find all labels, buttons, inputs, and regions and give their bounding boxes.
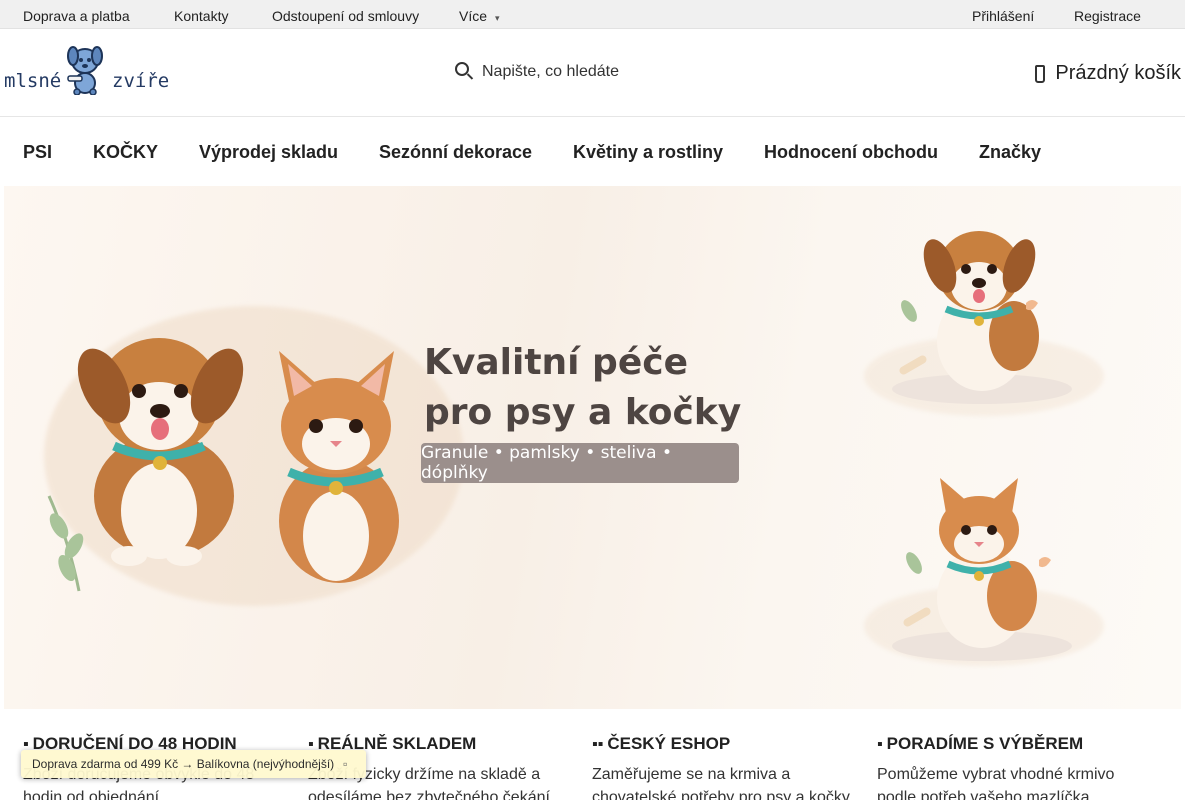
topbar-link-kontakty[interactable]: Kontakty (174, 8, 228, 24)
leaf-decoration-icon (47, 495, 84, 592)
logo-word-1: mlsné (4, 70, 62, 92)
usp-title-text: ČESKÝ ESHOP (607, 734, 731, 753)
usp-czech-eshop-title: ▪▪ ČESKÝ ESHOP (592, 734, 862, 754)
headline-line-2: pro psy a kočky (424, 392, 742, 433)
headline-line-1: Kvalitní péče (424, 342, 688, 383)
usp-advice: ▪ PORADÍME S VÝBĚREM Pomůžeme vybrat vhod… (877, 734, 1147, 800)
nav-item-sezonni-dekorace[interactable]: Sezónní dekorace (379, 142, 532, 163)
usp-title-text: PORADÍME S VÝBĚREM (886, 734, 1084, 753)
dog-mascot-icon (67, 46, 103, 95)
nav-item-vyprodej[interactable]: Výprodej skladu (199, 142, 338, 163)
login-link[interactable]: Přihlášení (972, 8, 1034, 24)
topbar-more-menu[interactable]: Více ▾ (459, 8, 500, 24)
nav-item-psi[interactable]: PSI (23, 142, 52, 163)
kitten-illustration (279, 351, 399, 583)
site-header: mlsné zvíře Prázdný košík (0, 29, 1185, 117)
site-logo[interactable]: mlsné zvíře (4, 43, 169, 99)
topbar-link-doprava[interactable]: Doprava a platba (23, 8, 130, 24)
topbar-link-odstoupeni[interactable]: Odstoupení od smlouvy (272, 8, 419, 24)
main-navigation: PSI KOČKY Výprodej skladu Sezónní dekora… (0, 118, 1185, 186)
search-input[interactable] (482, 58, 882, 86)
usp-advice-text: Pomůžeme vybrat vhodné krmivo podle potř… (877, 766, 1115, 800)
nav-item-kocky[interactable]: KOČKY (93, 142, 158, 163)
cart-icon (1035, 64, 1046, 83)
usp-czech-eshop-text: Zaměřujeme se na krmiva a chovatelské po… (592, 766, 854, 800)
cart-button[interactable]: Prázdný košík (1035, 62, 1181, 85)
cart-label: Prázdný košík (1055, 62, 1181, 84)
top-utility-bar: Doprava a platba Kontakty Odstoupení od … (0, 0, 1185, 29)
logo-word-2: zvíře (112, 70, 170, 92)
usp-czech-eshop: ▪▪ ČESKÝ ESHOP Zaměřujeme se na krmiva a … (592, 734, 862, 800)
search-icon[interactable] (455, 62, 469, 76)
usp-advice-title: ▪ PORADÍME S VÝBĚREM (877, 734, 1147, 754)
chevron-down-icon: ▾ (495, 13, 500, 23)
close-icon[interactable]: ▫ (343, 757, 347, 771)
more-label: Více (459, 8, 488, 24)
nav-item-znacky[interactable]: Značky (979, 142, 1041, 163)
banner-headline: Kvalitní péče pro psy a kočky (424, 338, 741, 438)
puppy-sitting-illustration (892, 231, 1072, 404)
nav-item-kvetiny[interactable]: Květiny a rostliny (573, 142, 723, 163)
nav-item-hodnoceni[interactable]: Hodnocení obchodu (764, 142, 938, 163)
register-link[interactable]: Registrace (1074, 8, 1141, 24)
banner-tagline: Granule • pamlsky • steliva • dóplňky (421, 443, 739, 483)
chat-icon: ▪ (877, 736, 883, 753)
kitten-sitting-illustration (892, 478, 1072, 661)
hero-banner[interactable]: Kvalitní péče pro psy a kočky Granule • p… (4, 186, 1181, 709)
toast-text: Doprava zdarma od 499 Kč → Balíkovna (ne… (32, 757, 335, 771)
flag-icon: ▪▪ (592, 736, 604, 753)
free-shipping-toast[interactable]: Doprava zdarma od 499 Kč → Balíkovna (ne… (21, 750, 366, 778)
